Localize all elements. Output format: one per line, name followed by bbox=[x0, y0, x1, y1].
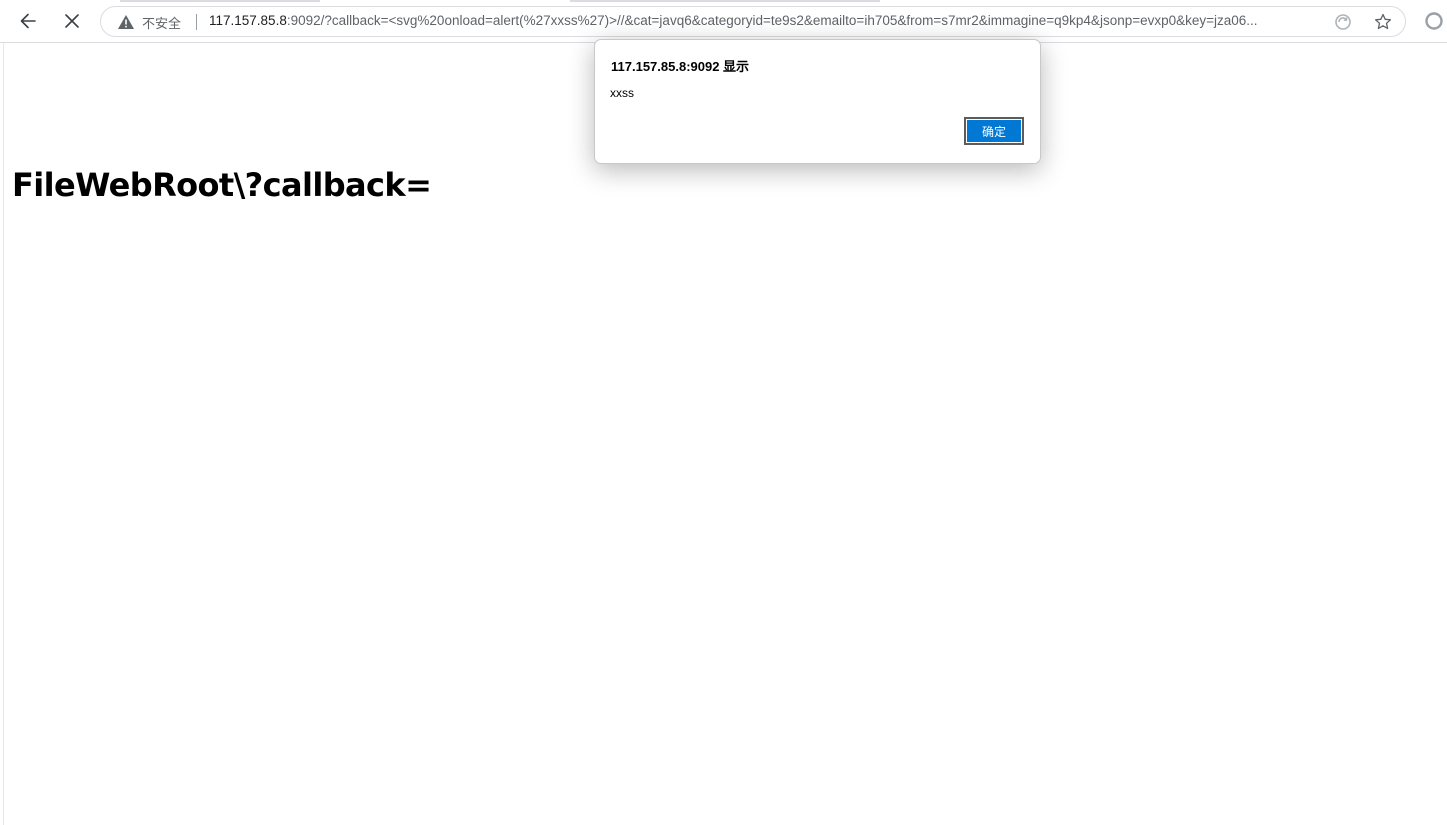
reader-mode-icon bbox=[1335, 14, 1351, 30]
close-icon bbox=[65, 14, 79, 28]
reader-mode-button[interactable] bbox=[1333, 12, 1353, 32]
stop-loading-button[interactable] bbox=[57, 6, 87, 36]
url-path: :9092/?callback=<svg%20onload=alert(%27x… bbox=[286, 13, 1258, 28]
warning-triangle-icon[interactable] bbox=[117, 14, 135, 30]
alert-dialog: 117.157.85.8:9092 显示 xxss 确定 bbox=[594, 39, 1041, 164]
favorite-button[interactable] bbox=[1373, 12, 1393, 32]
tab-strip-edge-right bbox=[570, 0, 880, 2]
address-bar[interactable]: 不安全 117.157.85.8:9092/?callback=<svg%20o… bbox=[100, 6, 1406, 37]
tab-strip-edge bbox=[120, 0, 320, 2]
dialog-message: xxss bbox=[610, 86, 634, 100]
dialog-title: 117.157.85.8:9092 显示 bbox=[611, 59, 750, 74]
back-button[interactable] bbox=[13, 6, 43, 36]
profile-button[interactable] bbox=[1423, 10, 1445, 32]
back-arrow-icon bbox=[20, 13, 36, 29]
address-divider bbox=[196, 14, 197, 30]
page-title: FileWebRoot\?callback= bbox=[12, 166, 432, 204]
profile-circle-icon bbox=[1425, 12, 1443, 30]
star-icon bbox=[1374, 13, 1392, 30]
security-status-label[interactable]: 不安全 bbox=[142, 13, 181, 32]
url-text[interactable]: 117.157.85.8:9092/?callback=<svg%20onloa… bbox=[209, 13, 1314, 28]
url-host: 117.157.85.8 bbox=[209, 13, 287, 28]
ok-button[interactable]: 确定 bbox=[964, 117, 1024, 145]
browser-toolbar: 不安全 117.157.85.8:9092/?callback=<svg%20o… bbox=[0, 0, 1447, 43]
